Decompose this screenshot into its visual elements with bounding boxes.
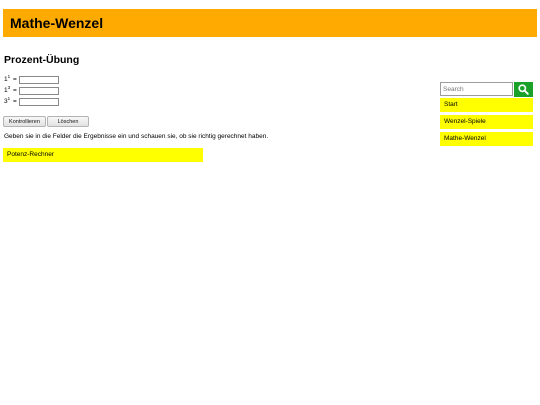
sidebar-item-start[interactable]: Start (440, 98, 533, 112)
equals-sign: = (12, 87, 17, 94)
site-header: Mathe-Wenzel (3, 9, 537, 37)
answer-input-1[interactable] (19, 76, 59, 84)
site-title[interactable]: Mathe-Wenzel (10, 14, 103, 32)
check-button[interactable]: Kontrollieren (3, 116, 46, 127)
search-button[interactable] (514, 82, 533, 97)
exercise-row-3: 31 = (4, 96, 59, 107)
page-title: Prozent-Übung (4, 54, 80, 66)
instructions-text: Geben sie in die Felder die Ergebnisse e… (4, 133, 269, 140)
answer-input-3[interactable] (19, 98, 59, 106)
sidebar-item-wenzel-spiele[interactable]: Wenzel-Spiele (440, 115, 533, 129)
search-input[interactable] (440, 82, 513, 96)
potenz-rechner-label: Potenz-Rechner (7, 151, 54, 158)
sidebar-item-mathe-wenzel[interactable]: Mathe-Wenzel (440, 132, 533, 146)
search-icon (518, 84, 529, 95)
exercise-exponent: 3 (7, 85, 11, 90)
clear-button[interactable]: Löschen (47, 116, 89, 127)
exercise-exponent: 1 (7, 96, 11, 101)
exercise-row-2: 13 = (4, 85, 59, 96)
exercise-row-1: 11 = (4, 74, 59, 85)
exercise-exponent: 1 (7, 74, 11, 79)
sidebar-item-label: Mathe-Wenzel (444, 135, 486, 142)
equals-sign: = (12, 76, 17, 83)
answer-input-2[interactable] (19, 87, 59, 95)
equals-sign: = (12, 98, 17, 105)
potenz-rechner-link[interactable]: Potenz-Rechner (3, 148, 203, 162)
sidebar-item-label: Wenzel-Spiele (444, 118, 486, 125)
sidebar-item-label: Start (444, 101, 458, 108)
